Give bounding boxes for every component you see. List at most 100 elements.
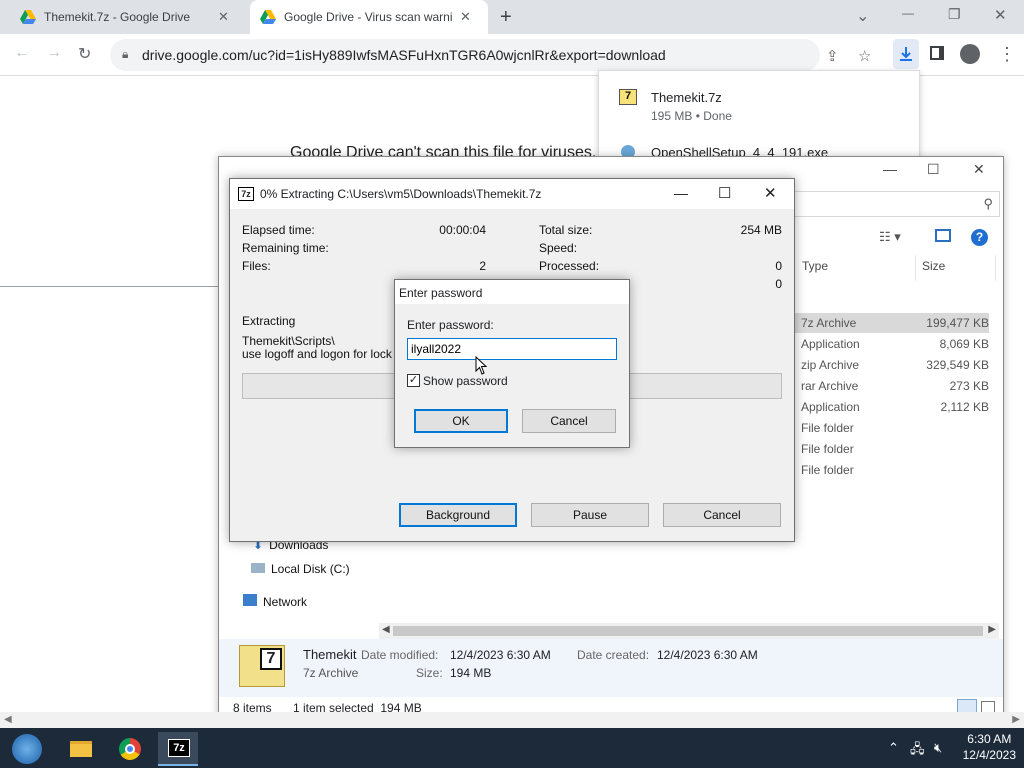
scroll-left-icon[interactable]: ◀ bbox=[382, 624, 390, 635]
downloads-bubble: 7 Themekit.7z 195 MB • Done OpenShellSet… bbox=[598, 70, 920, 162]
nav-label: Network bbox=[263, 595, 308, 609]
7zip-taskbar-button[interactable]: 7z bbox=[158, 732, 198, 766]
minimize-button[interactable]: — bbox=[902, 6, 914, 20]
7zip-logo-icon: 7z bbox=[168, 739, 190, 757]
back-arrow-icon[interactable]: ← bbox=[14, 44, 30, 62]
processed-label: Processed: bbox=[539, 259, 600, 273]
cancel-button[interactable]: Cancel bbox=[663, 503, 781, 527]
minimize-button[interactable]: — bbox=[883, 161, 897, 177]
maximize-button[interactable]: ☐ bbox=[718, 184, 731, 202]
share-icon[interactable]: ⇪ bbox=[826, 47, 839, 65]
total-size-value: 254 MB bbox=[740, 223, 782, 237]
google-drive-icon bbox=[260, 10, 276, 24]
file-explorer-taskbar-button[interactable] bbox=[60, 732, 100, 766]
lock-icon[interactable]: 🔒︎ bbox=[122, 47, 128, 62]
nav-item-local-disk[interactable]: Local Disk (C:) bbox=[251, 562, 350, 576]
address-bar[interactable]: 🔒︎ drive.google.com/uc?id=1isHy889IwfsMA… bbox=[110, 39, 820, 71]
file-size: 273 KB bbox=[949, 379, 989, 393]
column-separator[interactable] bbox=[915, 255, 916, 281]
file-row[interactable]: rar Archive 273 KB bbox=[793, 376, 989, 396]
scroll-right-icon[interactable]: ▶ bbox=[988, 624, 996, 635]
page-horizontal-scrollbar[interactable]: ◀ ▶ bbox=[0, 712, 1024, 728]
file-type: rar Archive bbox=[801, 379, 859, 393]
tab-virus-scan[interactable]: Google Drive - Virus scan warni ✕ bbox=[250, 0, 488, 34]
side-panel-icon[interactable] bbox=[930, 46, 944, 60]
column-size[interactable]: Size bbox=[922, 259, 945, 273]
start-button[interactable] bbox=[6, 732, 46, 766]
bookmark-star-icon[interactable]: ☆ bbox=[858, 47, 871, 65]
file-row[interactable]: Application 2,112 KB bbox=[793, 397, 989, 417]
close-button[interactable]: ✕ bbox=[973, 161, 985, 178]
help-icon[interactable]: ? bbox=[971, 229, 988, 246]
file-row[interactable]: 7z Archive 199,477 KB bbox=[793, 313, 989, 333]
7z-archive-icon: 7 bbox=[239, 645, 285, 687]
restore-button[interactable]: ❐ bbox=[948, 6, 961, 23]
tab-title: Google Drive - Virus scan warni bbox=[284, 10, 452, 24]
horizontal-scrollbar[interactable]: ◀ ▶ bbox=[379, 623, 999, 639]
nav-item-network[interactable]: Network bbox=[243, 594, 307, 609]
dialog-title: 0% Extracting C:\Users\vm5\Downloads\The… bbox=[260, 187, 542, 201]
close-button[interactable]: ✕ bbox=[764, 184, 777, 202]
file-row[interactable]: File folder bbox=[793, 439, 989, 459]
speed-label: Speed: bbox=[539, 241, 578, 255]
clock-date: 12/4/2023 bbox=[962, 748, 1016, 762]
column-type[interactable]: Type bbox=[802, 259, 828, 273]
file-row[interactable]: zip Archive 329,549 KB bbox=[793, 355, 989, 375]
file-size: 199,477 KB bbox=[926, 316, 989, 330]
maximize-button[interactable]: ☐ bbox=[927, 161, 940, 178]
show-password-checkbox[interactable]: ✓ bbox=[407, 374, 420, 387]
elapsed-value: 00:00:04 bbox=[439, 223, 486, 237]
close-window-button[interactable]: ✕ bbox=[994, 6, 1007, 24]
profile-avatar-icon[interactable] bbox=[960, 44, 980, 64]
clock-time: 6:30 AM bbox=[967, 732, 1012, 746]
search-box[interactable]: ⚲ bbox=[794, 191, 1000, 217]
cancel-button[interactable]: Cancel bbox=[522, 409, 616, 433]
network-tray-icon[interactable]: 🖧︎ bbox=[910, 740, 925, 762]
background-button[interactable]: Background bbox=[399, 503, 517, 527]
forward-arrow-icon[interactable]: → bbox=[46, 44, 62, 62]
view-options-icon[interactable]: ☷ ▾ bbox=[879, 229, 901, 245]
reload-icon[interactable]: ↻ bbox=[78, 44, 91, 64]
menu-kebab-icon[interactable]: ⋮ bbox=[998, 44, 1016, 65]
file-row[interactable]: File folder bbox=[793, 460, 989, 480]
tab-themekit-drive[interactable]: Themekit.7z - Google Drive ✕ bbox=[12, 0, 248, 34]
current-file: use logoff and logon for lock and bbox=[242, 347, 416, 361]
file-size: 329,549 KB bbox=[926, 358, 989, 372]
volume-muted-icon[interactable]: 🔇︎ bbox=[934, 740, 942, 756]
show-hidden-icons-icon[interactable]: ⌃ bbox=[888, 740, 899, 756]
network-icon bbox=[243, 594, 257, 606]
password-input[interactable] bbox=[407, 338, 617, 360]
show-password-label[interactable]: Show password bbox=[423, 374, 508, 388]
folder-icon bbox=[70, 741, 92, 757]
scroll-left-icon[interactable]: ◀ bbox=[4, 714, 12, 725]
download-item[interactable]: 7 Themekit.7z 195 MB • Done bbox=[599, 71, 919, 127]
remaining-label: Remaining time: bbox=[242, 241, 329, 255]
pause-button[interactable]: Pause bbox=[531, 503, 649, 527]
file-size: 8,069 KB bbox=[939, 337, 989, 351]
ratio-value: 0 bbox=[775, 277, 782, 291]
file-row[interactable]: File folder bbox=[793, 418, 989, 438]
mouse-cursor-icon bbox=[475, 356, 487, 375]
ok-button[interactable]: OK bbox=[414, 409, 508, 433]
scrollbar-thumb[interactable] bbox=[393, 626, 983, 636]
files-value: 2 bbox=[479, 259, 486, 273]
tab-search-icon[interactable]: ⌄ bbox=[856, 6, 869, 26]
chrome-taskbar-button[interactable] bbox=[110, 732, 150, 766]
preview-pane-icon[interactable] bbox=[935, 229, 951, 242]
downloads-button[interactable] bbox=[893, 39, 919, 69]
search-icon: ⚲ bbox=[983, 196, 993, 211]
scroll-right-icon[interactable]: ▶ bbox=[1012, 714, 1020, 725]
file-type: 7z Archive bbox=[801, 316, 857, 330]
divider bbox=[0, 286, 222, 287]
windows-logo-icon bbox=[12, 734, 42, 764]
column-separator[interactable] bbox=[995, 255, 996, 281]
clock[interactable]: 6:30 AM 12/4/2023 bbox=[963, 731, 1016, 763]
minimize-button[interactable]: — bbox=[674, 185, 688, 201]
file-row[interactable]: Application 8,069 KB bbox=[793, 334, 989, 354]
new-tab-button[interactable]: + bbox=[500, 6, 512, 29]
close-tab-icon[interactable]: ✕ bbox=[460, 9, 471, 25]
download-icon bbox=[900, 47, 912, 61]
file-name: Themekit bbox=[303, 647, 357, 662]
size-value: 194 MB bbox=[450, 666, 492, 680]
close-tab-icon[interactable]: ✕ bbox=[218, 9, 229, 25]
